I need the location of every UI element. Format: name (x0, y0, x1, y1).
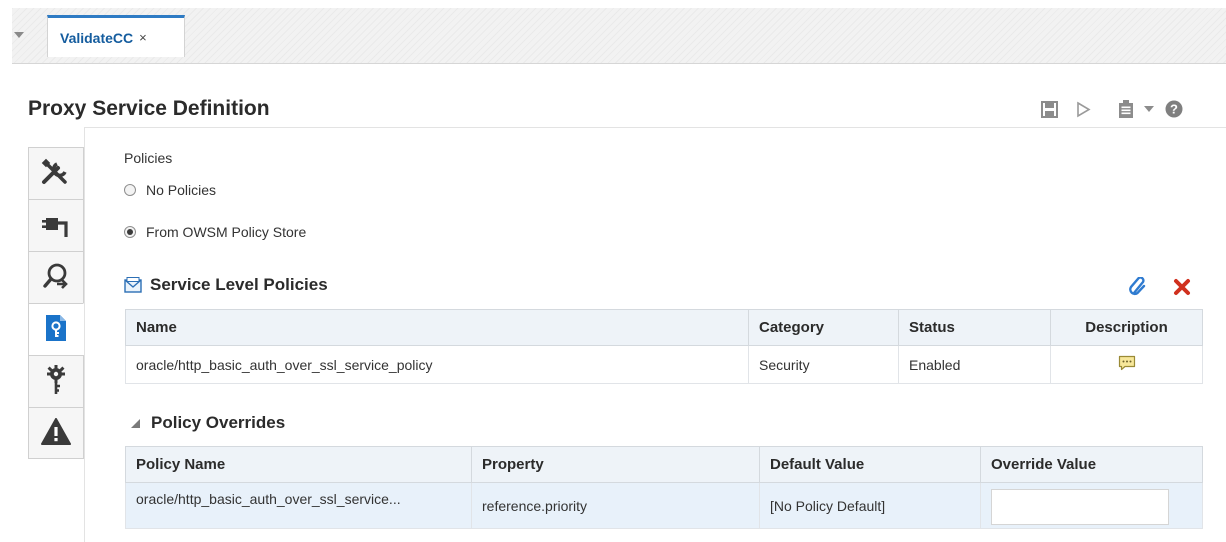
tab-strip (12, 8, 1226, 64)
tools-icon (41, 158, 71, 189)
tab-message-handling[interactable] (28, 251, 84, 303)
run-icon[interactable] (1074, 99, 1092, 119)
column-header-override-value[interactable]: Override Value (980, 446, 1203, 483)
attach-policy-icon[interactable] (1128, 276, 1148, 297)
save-icon[interactable] (1039, 99, 1059, 119)
column-header-category[interactable]: Category (748, 309, 899, 346)
policy-document-icon (45, 314, 67, 345)
column-header-policy-name[interactable]: Policy Name (125, 446, 472, 483)
clipboard-icon[interactable] (1116, 99, 1136, 119)
table-header-row: Name Category Status Description (125, 309, 1203, 346)
tab-label[interactable]: ValidateCC (60, 30, 133, 46)
radio-label[interactable]: From OWSM Policy Store (146, 224, 306, 240)
collapse-triangle-icon[interactable] (130, 418, 141, 429)
column-header-description[interactable]: Description (1050, 309, 1203, 346)
cell-policy-name: oracle/http_basic_auth_over_ssl_service_… (125, 345, 749, 384)
service-level-policies-header: Service Level Policies (124, 275, 328, 295)
search-service-icon (42, 262, 70, 293)
dropdown-icon[interactable] (1142, 99, 1156, 119)
override-value-input[interactable] (991, 488, 1169, 525)
cell-policy-name: oracle/http_basic_auth_over_ssl_service.… (125, 482, 472, 529)
tab-configuration[interactable] (28, 147, 84, 199)
page-title: Proxy Service Definition (28, 97, 270, 120)
service-level-policies-table: Name Category Status Description oracle/… (125, 309, 1203, 384)
plug-icon (42, 210, 70, 241)
tab-transport[interactable] (28, 199, 84, 251)
envelope-policy-icon (124, 277, 142, 293)
section-title: Service Level Policies (150, 275, 328, 294)
tab-policies[interactable] (28, 303, 84, 355)
comment-icon[interactable] (1118, 355, 1136, 374)
delete-policy-icon[interactable] (1173, 278, 1191, 296)
column-header-default-value[interactable]: Default Value (759, 446, 981, 483)
policy-overrides-header[interactable]: Policy Overrides (130, 413, 285, 433)
column-header-status[interactable]: Status (898, 309, 1051, 346)
help-icon[interactable]: ? (1164, 99, 1184, 119)
table-header-row: Policy Name Property Default Value Overr… (125, 446, 1203, 483)
vertical-tab-bar (28, 147, 84, 459)
policies-label: Policies (124, 150, 173, 166)
table-row[interactable]: oracle/http_basic_auth_over_ssl_service.… (125, 482, 1203, 529)
cell-status: Enabled (898, 345, 1051, 384)
toolbar: ? (996, 94, 1226, 122)
table-row[interactable]: oracle/http_basic_auth_over_ssl_service_… (125, 345, 1203, 384)
tab-security[interactable] (28, 355, 84, 407)
radio-from-owsm-policy-store[interactable]: From OWSM Policy Store (124, 224, 306, 240)
cell-category: Security (748, 345, 899, 384)
tab-operational-settings[interactable] (28, 407, 84, 459)
radio-label[interactable]: No Policies (146, 182, 216, 198)
policy-overrides-table: Policy Name Property Default Value Overr… (125, 446, 1203, 529)
cell-description (1050, 345, 1203, 384)
warning-icon (41, 417, 71, 449)
cell-default-value: [No Policy Default] (759, 482, 981, 529)
tab-close-icon[interactable]: × (139, 30, 147, 45)
tab-validatecc[interactable]: ValidateCC × (47, 15, 185, 57)
radio-no-policies[interactable]: No Policies (124, 182, 216, 198)
column-header-property[interactable]: Property (471, 446, 760, 483)
cell-property: reference.priority (471, 482, 760, 529)
gear-key-icon (43, 365, 69, 398)
tab-list-menu-icon[interactable] (12, 28, 26, 42)
radio-button[interactable] (124, 184, 136, 196)
radio-button-selected[interactable] (124, 226, 136, 238)
section-title: Policy Overrides (151, 413, 286, 432)
cell-override-value (980, 482, 1203, 529)
column-header-name[interactable]: Name (125, 309, 749, 346)
svg-text:?: ? (1170, 102, 1178, 117)
